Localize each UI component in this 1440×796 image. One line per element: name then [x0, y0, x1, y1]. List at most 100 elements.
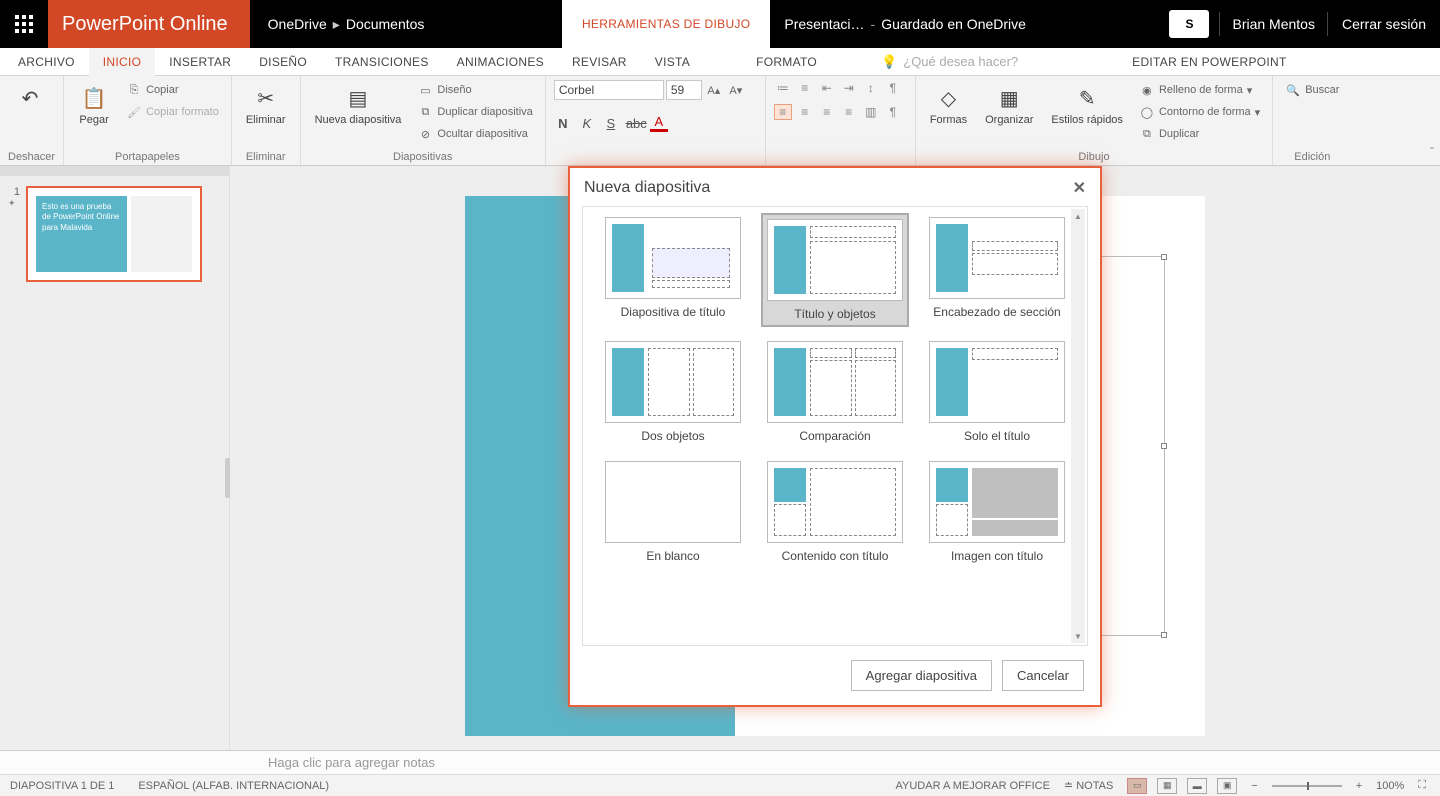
slide-panel[interactable]: 1 ✦ Esto es una prueba de PowerPoint Onl… — [0, 166, 230, 750]
new-slide-dialog: Nueva diapositiva ✕ Diapositiva de títul… — [568, 166, 1102, 707]
reading-view-button[interactable]: ▬ — [1187, 778, 1207, 794]
bullets-button[interactable]: ≔ — [774, 80, 792, 96]
breadcrumb-folder[interactable]: Documentos — [346, 16, 425, 32]
layout-button[interactable]: ▭Diseño — [413, 80, 536, 100]
rtl-button[interactable]: ¶ — [884, 104, 902, 120]
layout-picture-with-caption[interactable]: Imagen con título — [925, 457, 1069, 567]
slide-canvas[interactable]: Nueva diapositiva ✕ Diapositiva de títul… — [230, 166, 1440, 750]
layout-section-header[interactable]: Encabezado de sección — [925, 213, 1069, 327]
zoom-out-button[interactable]: − — [1247, 780, 1261, 792]
tab-animaciones[interactable]: ANIMACIONES — [443, 48, 558, 76]
layout-blank[interactable]: En blanco — [601, 457, 745, 567]
new-slide-icon: ▤ — [344, 84, 372, 112]
app-launcher-icon[interactable] — [0, 0, 48, 48]
sign-out-link[interactable]: Cerrar sesión — [1327, 12, 1440, 36]
align-center-button[interactable]: ≡ — [796, 104, 814, 120]
scroll-down-icon[interactable]: ▼ — [1071, 629, 1085, 643]
normal-view-button[interactable]: ▭ — [1127, 778, 1147, 794]
tab-insertar[interactable]: INSERTAR — [155, 48, 245, 76]
strike-button[interactable]: abc — [626, 116, 644, 131]
indent-button[interactable]: ⇥ — [840, 80, 858, 96]
tab-diseno[interactable]: DISEÑO — [245, 48, 321, 76]
ribbon: ↶ Deshacer 📋Pegar ⎘Copiar 🖌Copiar format… — [0, 76, 1440, 166]
shapes-button[interactable]: ◇Formas — [924, 80, 973, 130]
help-improve-link[interactable]: AYUDAR A MEJORAR OFFICE — [895, 780, 1049, 792]
slideshow-view-button[interactable]: ▣ — [1217, 778, 1237, 794]
shape-fill-button[interactable]: ◉Relleno de forma ▾ — [1135, 80, 1264, 100]
undo-button[interactable]: ↶ — [8, 80, 52, 116]
cancel-button[interactable]: Cancelar — [1002, 660, 1084, 691]
zoom-slider[interactable] — [1272, 785, 1342, 787]
outdent-button[interactable]: ⇤ — [818, 80, 836, 96]
shrink-font-button[interactable]: A▾ — [726, 80, 746, 100]
group-label-slides: Diapositivas — [309, 149, 537, 163]
sorter-view-button[interactable]: ▦ — [1157, 778, 1177, 794]
tab-vista[interactable]: VISTA — [641, 48, 704, 76]
underline-button[interactable]: S — [602, 116, 620, 131]
delete-button[interactable]: ✂Eliminar — [240, 80, 292, 130]
breadcrumb[interactable]: OneDrive▸Documentos — [250, 16, 443, 33]
notes-pane[interactable]: Haga clic para agregar notas — [0, 750, 1440, 774]
shapes-icon: ◇ — [934, 84, 962, 112]
italic-button[interactable]: K — [578, 116, 596, 131]
close-icon[interactable]: ✕ — [1073, 178, 1086, 198]
user-name[interactable]: Brian Mentos — [1219, 12, 1326, 36]
layout-content-with-caption[interactable]: Contenido con título — [761, 457, 909, 567]
brush-icon: 🖌 — [126, 104, 142, 120]
collapse-ribbon-button[interactable]: ˆ — [1430, 145, 1434, 159]
new-slide-button[interactable]: ▤Nueva diapositiva — [309, 80, 408, 130]
justify-button[interactable]: ≡ — [840, 104, 858, 120]
fit-to-window-button[interactable]: ⛶ — [1414, 779, 1430, 792]
numbering-button[interactable]: ≡ — [796, 80, 814, 96]
notes-toggle[interactable]: ≐ NOTAS — [1060, 779, 1117, 792]
skype-icon[interactable]: S — [1169, 10, 1209, 38]
tab-transiciones[interactable]: TRANSICIONES — [321, 48, 443, 76]
hide-slide-button[interactable]: ⊘Ocultar diapositiva — [413, 124, 536, 144]
slide-number: 1 — [8, 186, 20, 198]
status-bar: DIAPOSITIVA 1 DE 1 ESPAÑOL (ALFAB. INTER… — [0, 774, 1440, 796]
quick-styles-button[interactable]: ✎Estilos rápidos — [1045, 80, 1129, 130]
language-indicator[interactable]: ESPAÑOL (ALFAB. INTERNACIONAL) — [138, 780, 329, 792]
duplicate-shape-button[interactable]: ⧉Duplicar — [1135, 124, 1264, 144]
paste-button[interactable]: 📋Pegar — [72, 80, 116, 130]
tab-revisar[interactable]: REVISAR — [558, 48, 641, 76]
bold-button[interactable]: N — [554, 116, 572, 131]
line-spacing-button[interactable]: ↕ — [862, 80, 880, 96]
layout-title-only[interactable]: Solo el título — [925, 337, 1069, 447]
undo-icon: ↶ — [16, 84, 44, 112]
tab-archivo[interactable]: ARCHIVO — [4, 48, 89, 76]
animation-star-icon: ✦ — [8, 198, 20, 209]
breadcrumb-root[interactable]: OneDrive — [268, 16, 327, 32]
tab-formato[interactable]: FORMATO — [742, 48, 831, 76]
columns-button[interactable]: ▥ — [862, 104, 880, 120]
layout-title-content[interactable]: Título y objetos — [761, 213, 909, 327]
font-size-select[interactable]: 59 — [666, 80, 702, 100]
layout-title-slide[interactable]: Diapositiva de título — [601, 213, 745, 327]
shape-outline-button[interactable]: ◯Contorno de forma ▾ — [1135, 102, 1264, 122]
slide-thumbnail[interactable]: Esto es una prueba de PowerPoint Online … — [26, 186, 202, 282]
zoom-in-button[interactable]: + — [1352, 780, 1366, 792]
find-button[interactable]: 🔍Buscar — [1281, 80, 1343, 100]
text-direction-button[interactable]: ¶ — [884, 80, 902, 96]
font-name-select[interactable]: Corbel — [554, 80, 664, 100]
scroll-up-icon[interactable]: ▲ — [1071, 209, 1085, 223]
tell-me-search[interactable]: 💡¿Qué desea hacer? — [881, 54, 1018, 70]
layout-comparison[interactable]: Comparación — [761, 337, 909, 447]
align-right-button[interactable]: ≡ — [818, 104, 836, 120]
duplicate-icon: ⧉ — [417, 104, 433, 120]
edit-in-powerpoint-link[interactable]: EDITAR EN POWERPOINT — [1118, 48, 1300, 76]
align-left-button[interactable]: ≡ — [774, 104, 792, 120]
grow-font-button[interactable]: A▴ — [704, 80, 724, 100]
dialog-scrollbar[interactable]: ▲▼ — [1071, 209, 1085, 643]
document-name[interactable]: Presentaci…-Guardado en OneDrive — [770, 16, 1040, 32]
zoom-level[interactable]: 100% — [1376, 780, 1404, 792]
font-color-button[interactable]: A — [650, 114, 668, 132]
tab-inicio[interactable]: INICIO — [89, 48, 155, 76]
contextual-tab-drawing-tools[interactable]: HERRAMIENTAS DE DIBUJO — [562, 0, 770, 48]
arrange-button[interactable]: ▦Organizar — [979, 80, 1039, 130]
copy-button[interactable]: ⎘Copiar — [122, 80, 223, 100]
add-slide-button[interactable]: Agregar diapositiva — [851, 660, 992, 691]
layout-two-content[interactable]: Dos objetos — [601, 337, 745, 447]
format-painter-button[interactable]: 🖌Copiar formato — [122, 102, 223, 122]
duplicate-slide-button[interactable]: ⧉Duplicar diapositiva — [413, 102, 536, 122]
